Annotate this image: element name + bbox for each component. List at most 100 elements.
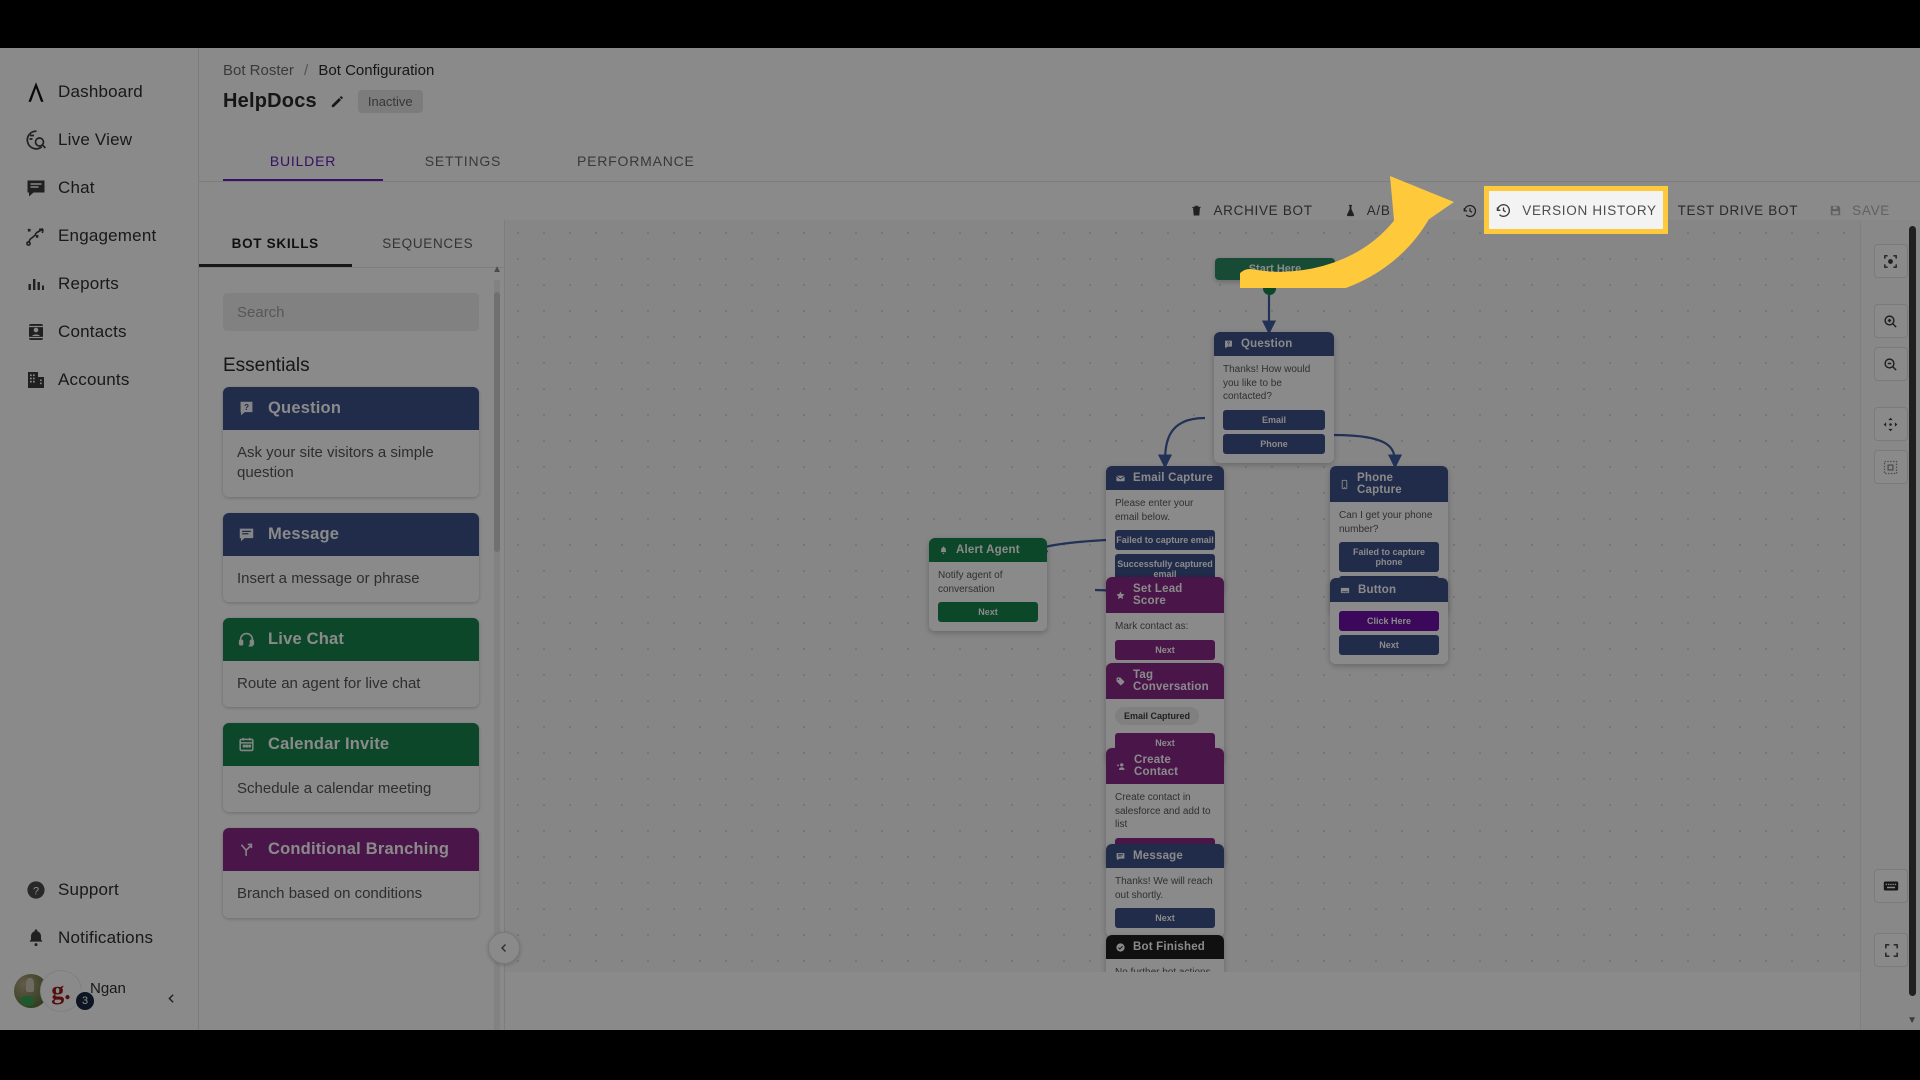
- tag-chip: Email Captured: [1115, 707, 1200, 725]
- fullscreen-button[interactable]: [1874, 933, 1908, 967]
- skill-card-conditional-branching[interactable]: Conditional Branching Branch based on co…: [223, 828, 479, 918]
- sidebar-item-live-view[interactable]: Live View: [0, 116, 199, 164]
- skills-panel-tabs: BOT SKILLS SEQUENCES: [199, 220, 504, 268]
- sidebar-item-reports[interactable]: Reports: [0, 260, 199, 308]
- flow-node-header: Set Lead Score: [1106, 577, 1224, 613]
- panel-collapse-button[interactable]: [488, 932, 520, 964]
- flow-node-button[interactable]: Button Click Here Next: [1330, 578, 1448, 664]
- center-canvas-button[interactable]: [1873, 244, 1908, 278]
- sidebar-item-support[interactable]: ? Support: [0, 866, 199, 914]
- skill-card-title: Conditional Branching: [268, 840, 450, 859]
- page-tabs: BUILDER SETTINGS PERFORMANCE: [223, 140, 729, 182]
- flow-node-text: Create contact in salesforce and add to …: [1115, 792, 1211, 830]
- envelope-icon: [1115, 473, 1126, 484]
- flow-node-email-capture[interactable]: Email Capture Please enter your email be…: [1106, 466, 1224, 593]
- save-disk-icon: [1828, 203, 1843, 218]
- flow-node-button[interactable]: Email: [1223, 409, 1325, 430]
- flow-node-header: Phone Capture: [1330, 466, 1448, 502]
- flow-node-alert-agent[interactable]: Alert Agent Notify agent of conversation…: [929, 538, 1047, 631]
- flow-node-body: Click Here Next: [1330, 602, 1448, 664]
- version-history-highlight[interactable]: VERSION HISTORY: [1484, 186, 1668, 234]
- tabs-divider: [199, 181, 1920, 182]
- skills-scrollbar-thumb[interactable]: [494, 292, 500, 552]
- keyboard-shortcuts-button[interactable]: [1874, 869, 1908, 903]
- zoom-out-button[interactable]: [1873, 347, 1908, 381]
- skills-panel-body: Search Essentials ? Question Ask your si…: [199, 273, 504, 1030]
- sidebar-item-contacts[interactable]: Contacts: [0, 308, 199, 356]
- tab-bot-skills[interactable]: BOT SKILLS: [199, 220, 352, 267]
- sidebar-item-accounts[interactable]: Accounts: [0, 356, 199, 404]
- breadcrumb-parent[interactable]: Bot Roster: [223, 62, 294, 79]
- sidebar-item-label: Engagement: [58, 226, 157, 245]
- flow-node-title: Set Lead Score: [1133, 583, 1183, 607]
- flow-node-text: Notify agent of conversation: [938, 570, 1003, 595]
- button-icon: [1339, 585, 1351, 596]
- skill-card-live-chat[interactable]: Live Chat Route an agent for live chat: [223, 617, 479, 707]
- skill-card-header: Conditional Branching: [223, 828, 479, 872]
- toolbar-label: TEST DRIVE BOT: [1677, 203, 1799, 218]
- dashed-square-icon: [1883, 460, 1898, 474]
- skill-card-calendar-invite[interactable]: Calendar Invite Schedule a calendar meet…: [223, 723, 479, 813]
- flow-node-header: ? Question: [1214, 332, 1334, 356]
- pencil-icon[interactable]: [329, 93, 346, 110]
- sidebar-item-engagement[interactable]: Engagement: [0, 212, 199, 260]
- flow-node-message[interactable]: Message Thanks! We will reach out shortl…: [1106, 844, 1224, 937]
- flow-node-title: Button: [1358, 584, 1397, 596]
- flow-node-button[interactable]: Phone: [1223, 433, 1325, 454]
- flow-node-button[interactable]: Next: [1115, 639, 1215, 660]
- tab-builder[interactable]: BUILDER: [223, 140, 383, 182]
- sidebar-item-chat[interactable]: Chat: [0, 164, 199, 212]
- flow-node-body: Notify agent of conversation Next: [929, 562, 1047, 631]
- tab-performance[interactable]: PERFORMANCE: [543, 140, 729, 182]
- flow-node-button[interactable]: Next: [1115, 908, 1215, 928]
- flow-node-button[interactable]: Next: [938, 602, 1038, 622]
- flow-node-text: Please enter your email below.: [1115, 498, 1194, 523]
- tag-icon: [1115, 676, 1126, 687]
- sidebar-item-label: Reports: [58, 274, 119, 293]
- flow-node-body: No further bot actions: [1106, 959, 1224, 972]
- tab-settings[interactable]: SETTINGS: [383, 140, 543, 182]
- bot-title-row: HelpDocs Inactive: [223, 90, 423, 113]
- search-placeholder: Search: [237, 303, 285, 321]
- branch-icon: [237, 840, 256, 859]
- sidebar-item-notifications[interactable]: Notifications: [0, 914, 199, 962]
- zoom-out-icon: [1884, 357, 1897, 371]
- pan-button[interactable]: [1873, 407, 1908, 441]
- skill-card-question[interactable]: ? Question Ask your site visitors a simp…: [223, 387, 479, 497]
- flow-node-button[interactable]: Next: [1339, 635, 1439, 655]
- flow-node-button[interactable]: Failed to capture phone: [1339, 542, 1439, 572]
- svg-text:?: ?: [244, 402, 249, 412]
- zoom-in-button[interactable]: [1873, 304, 1908, 338]
- engagement-icon: [14, 224, 58, 248]
- svg-text:?: ?: [33, 885, 39, 897]
- skills-panel: BOT SKILLS SEQUENCES Search Essentials ?…: [199, 220, 505, 1030]
- flow-node-bot-finished[interactable]: Bot Finished No further bot actions: [1106, 935, 1224, 972]
- flow-node-title: Tag Conversation: [1133, 669, 1209, 693]
- flow-node-button-cta[interactable]: Click Here: [1339, 611, 1439, 631]
- search-input[interactable]: Search: [223, 293, 479, 331]
- trash-icon: [1189, 203, 1204, 218]
- status-badge: Inactive: [357, 90, 423, 113]
- focus-target-icon: [1884, 254, 1897, 268]
- message-icon: [1115, 851, 1126, 862]
- sidebar-item-dashboard[interactable]: Dashboard: [0, 68, 199, 116]
- sidebar-collapse-button[interactable]: [161, 988, 181, 1008]
- tab-sequences[interactable]: SEQUENCES: [352, 220, 505, 267]
- fit-selection-button[interactable]: [1873, 450, 1908, 484]
- scroll-up-arrow-icon[interactable]: ▲: [492, 264, 502, 275]
- bot-flow-canvas[interactable]: Start Here ? Question Thanks! How would …: [505, 220, 1860, 972]
- star-icon: [1115, 590, 1126, 601]
- flow-node-header: Button: [1330, 578, 1448, 602]
- reports-bar-chart-icon: [14, 272, 58, 296]
- skill-card-title: Calendar Invite: [268, 735, 390, 753]
- flow-node-button[interactable]: Failed to capture email: [1115, 530, 1215, 550]
- bell-icon: [938, 545, 949, 556]
- flow-node-set-lead-score[interactable]: Set Lead Score Mark contact as: Next: [1106, 577, 1224, 669]
- add-user-icon: [1115, 761, 1127, 772]
- skill-card-desc: Insert a message or phrase: [223, 555, 479, 602]
- flow-node-question[interactable]: ? Question Thanks! How would you like to…: [1214, 332, 1334, 463]
- sidebar-item-label: Accounts: [58, 370, 130, 389]
- scroll-down-arrow-icon[interactable]: ▼: [1907, 1015, 1917, 1026]
- canvas-scrollbar-thumb[interactable]: [1909, 226, 1916, 996]
- skill-card-message[interactable]: Message Insert a message or phrase: [223, 512, 479, 602]
